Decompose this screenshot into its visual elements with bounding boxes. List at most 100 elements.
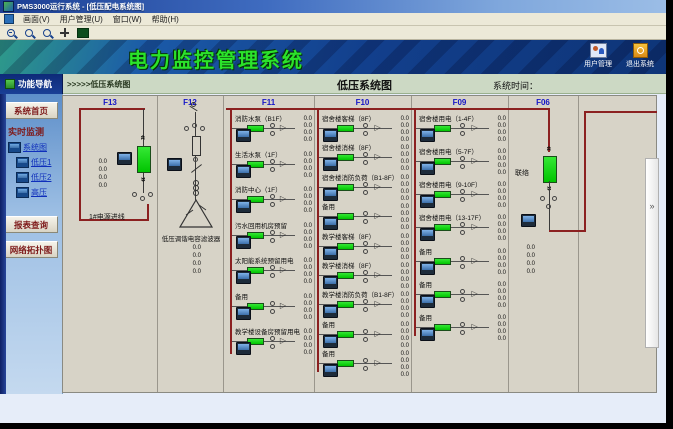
breaker-indicator[interactable] bbox=[337, 272, 354, 279]
switch-symbol bbox=[270, 167, 275, 172]
fuse-symbol bbox=[184, 126, 189, 131]
meter-icon[interactable] bbox=[236, 307, 251, 320]
exit-system-button[interactable]: 退出系统 bbox=[626, 43, 654, 69]
measurement-values: 0.00.00.00.0 bbox=[297, 258, 312, 286]
meter-icon[interactable] bbox=[420, 195, 435, 208]
screen-icon[interactable] bbox=[75, 26, 90, 39]
meter-icon[interactable] bbox=[236, 129, 251, 142]
feeder-row: 教学楼设备房预留用电 0.00.00.00.0 bbox=[232, 329, 312, 354]
switch-symbol bbox=[363, 278, 368, 283]
menu-window[interactable]: 窗口(W) bbox=[108, 14, 147, 25]
mdi-child-icon[interactable] bbox=[4, 14, 14, 24]
menu-view[interactable]: 画面(V) bbox=[18, 14, 55, 25]
measurement-value: 0.0 bbox=[394, 152, 409, 159]
sidebar-item-topology[interactable]: 网络拓扑图 bbox=[4, 241, 58, 258]
meter-icon[interactable] bbox=[323, 129, 338, 142]
breaker-indicator[interactable] bbox=[337, 154, 354, 161]
single-line-diagram: F13 0.00.00.00.0 1#电源进线 F12 bbox=[62, 95, 657, 393]
sidebar-item-lowvoltage-1[interactable]: 低压1 bbox=[16, 157, 62, 168]
tie-breaker[interactable] bbox=[543, 156, 557, 183]
meter-icon[interactable] bbox=[236, 200, 251, 213]
meter-icon[interactable] bbox=[323, 335, 338, 348]
title-bar[interactable]: PMS3000运行系统 - [低压配电系统图] bbox=[0, 0, 666, 13]
meter-icon[interactable] bbox=[323, 247, 338, 260]
measurement-value: 0.0 bbox=[491, 263, 506, 270]
feeder-row: 备用 0.00.00.00.0 bbox=[416, 315, 506, 340]
measurement-value: 0.0 bbox=[491, 203, 506, 210]
meter-icon[interactable] bbox=[236, 236, 251, 249]
switch-symbol bbox=[270, 265, 275, 270]
switch-symbol bbox=[270, 123, 275, 128]
breaker-indicator[interactable] bbox=[434, 324, 451, 331]
meter-icon[interactable] bbox=[323, 364, 338, 377]
sidebar-item-home[interactable]: 系统首页 bbox=[4, 102, 58, 119]
breaker-indicator[interactable] bbox=[337, 125, 354, 132]
breaker-indicator[interactable] bbox=[337, 184, 354, 191]
meter-icon[interactable] bbox=[420, 228, 435, 241]
switch-symbol bbox=[460, 256, 465, 261]
meter-icon[interactable] bbox=[167, 158, 182, 171]
incoming-breaker[interactable] bbox=[137, 146, 151, 173]
feeder-row: 教学楼客梯（8F） 0.00.00.00.0 bbox=[319, 234, 409, 259]
breaker-indicator[interactable] bbox=[434, 258, 451, 265]
window-title: PMS3000运行系统 - [低压配电系统图] bbox=[17, 1, 144, 12]
breaker-indicator[interactable] bbox=[434, 224, 451, 231]
column-header-f09: F09 bbox=[411, 98, 508, 107]
column-header-f11: F11 bbox=[223, 98, 314, 107]
zoom-select-icon[interactable] bbox=[39, 26, 54, 39]
zoom-in-icon[interactable] bbox=[3, 26, 18, 39]
measurement-value: 0.0 bbox=[394, 159, 409, 166]
panel-expander[interactable]: » bbox=[645, 158, 659, 348]
user-management-button[interactable]: 用户管理 bbox=[584, 43, 612, 69]
meter-icon[interactable] bbox=[521, 214, 536, 227]
measurement-value: 0.0 bbox=[185, 244, 201, 252]
measurement-value: 0.0 bbox=[491, 215, 506, 222]
meter-icon[interactable] bbox=[236, 342, 251, 355]
breaker-indicator[interactable] bbox=[337, 243, 354, 250]
breaker-indicator[interactable] bbox=[434, 291, 451, 298]
menu-help[interactable]: 帮助(H) bbox=[147, 14, 184, 25]
meter-icon[interactable] bbox=[323, 217, 338, 230]
breaker-indicator[interactable] bbox=[337, 301, 354, 308]
sidebar-item-lowvoltage-2[interactable]: 低压2 bbox=[16, 172, 62, 183]
meter-icon[interactable] bbox=[323, 188, 338, 201]
feeder-label: 宿舍楼客梯（8F） bbox=[322, 116, 375, 123]
breaker-indicator[interactable] bbox=[337, 331, 354, 338]
meter-icon[interactable] bbox=[323, 305, 338, 318]
measurement-value: 0.0 bbox=[297, 350, 312, 357]
breaker-indicator[interactable] bbox=[434, 158, 451, 165]
meter-icon[interactable] bbox=[420, 162, 435, 175]
column-header-f06: F06 bbox=[508, 98, 578, 107]
column-divider bbox=[157, 96, 158, 392]
switch-symbol bbox=[363, 152, 368, 157]
measurement-values: 0.00.00.00.0 bbox=[491, 116, 506, 144]
meter-icon[interactable] bbox=[236, 165, 251, 178]
meter-icon[interactable] bbox=[420, 262, 435, 275]
meter-icon[interactable] bbox=[117, 152, 132, 165]
measurement-value: 0.0 bbox=[394, 241, 409, 248]
switch-symbol bbox=[460, 289, 465, 294]
breaker-indicator[interactable] bbox=[337, 360, 354, 367]
meter-icon[interactable] bbox=[420, 295, 435, 308]
switch-symbol bbox=[363, 366, 368, 371]
breaker-indicator[interactable] bbox=[434, 191, 451, 198]
sidebar-item-reports[interactable]: 报表查询 bbox=[4, 216, 58, 233]
sidebar-item-system-diagram[interactable]: 系统图 bbox=[8, 142, 62, 153]
measurement-value: 0.0 bbox=[297, 343, 312, 350]
pan-icon[interactable] bbox=[57, 26, 72, 39]
feeder-row: 教学楼消防负荷（B1-8F） 0.00.00.00.0 bbox=[319, 292, 409, 317]
zoom-out-icon[interactable] bbox=[21, 26, 36, 39]
meter-icon[interactable] bbox=[420, 328, 435, 341]
menu-user-management[interactable]: 用户管理(U) bbox=[55, 14, 108, 25]
measurement-value: 0.0 bbox=[394, 116, 409, 123]
sidebar-item-highvoltage[interactable]: 高压 bbox=[16, 187, 62, 198]
breaker-indicator[interactable] bbox=[337, 213, 354, 220]
meter-icon[interactable] bbox=[323, 276, 338, 289]
meter-icon[interactable] bbox=[323, 158, 338, 171]
measurement-value: 0.0 bbox=[394, 270, 409, 277]
measurement-value: 0.0 bbox=[297, 201, 312, 208]
breaker-indicator[interactable] bbox=[434, 125, 451, 132]
feeder-label: 备用 bbox=[322, 204, 335, 211]
meter-icon[interactable] bbox=[236, 271, 251, 284]
meter-icon[interactable] bbox=[420, 129, 435, 142]
